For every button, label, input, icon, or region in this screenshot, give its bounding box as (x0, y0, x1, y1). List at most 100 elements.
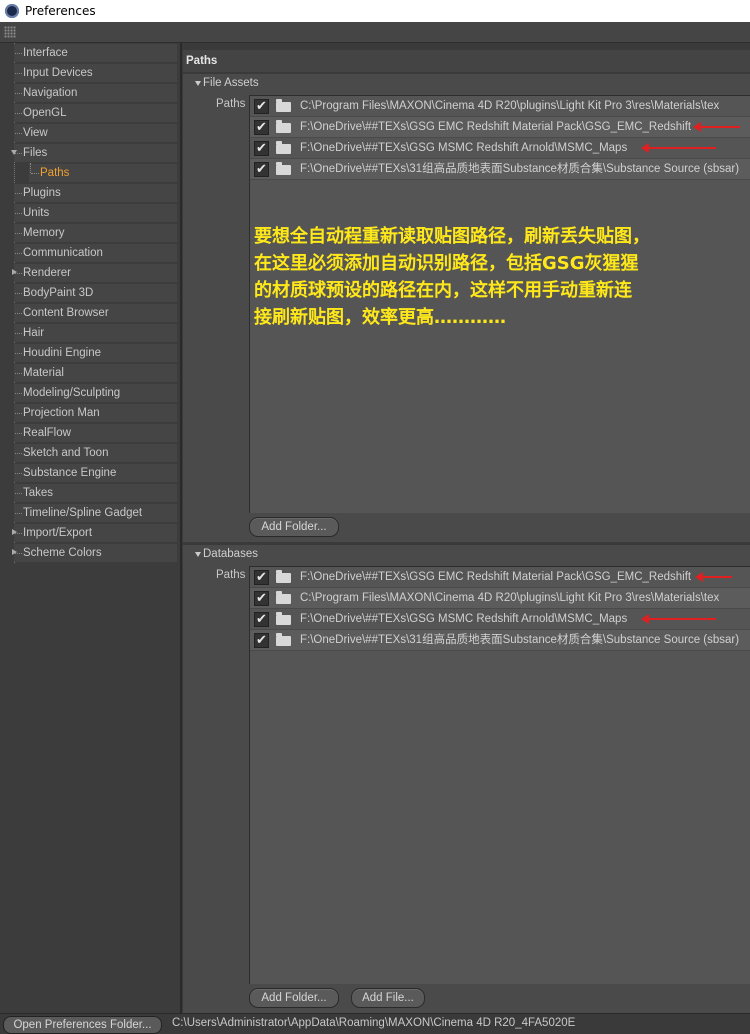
path-text: C:\Program Files\MAXON\Cinema 4D R20\plu… (300, 100, 720, 112)
databases-path-list[interactable]: F:\OneDrive\##TEXs\GSG EMC Redshift Mate… (249, 566, 750, 984)
sidebar-item-import-export[interactable]: Import/Export (0, 523, 180, 543)
enabled-checkbox[interactable] (254, 588, 269, 608)
path-row[interactable]: F:\OneDrive\##TEXs\31组高品质地表面Substance材质合… (250, 159, 750, 180)
folder-icon (276, 99, 291, 112)
file-assets-group-header[interactable]: File Assets (183, 74, 750, 92)
tree-tick (15, 513, 22, 514)
sidebar-item-realflow[interactable]: RealFlow (0, 423, 180, 443)
sidebar-item-hair[interactable]: Hair (0, 323, 180, 343)
databases-add-file-button[interactable]: Add File... (351, 988, 425, 1008)
expand-triangle-icon[interactable] (195, 552, 201, 557)
sidebar-item-content-browser[interactable]: Content Browser (0, 303, 180, 323)
sidebar-item-opengl[interactable]: OpenGL (0, 103, 180, 123)
sidebar-item-timeline-spline-gadget[interactable]: Timeline/Spline Gadget (0, 503, 180, 523)
sidebar: Interface Input Devices Navigation OpenGL Vi… (0, 43, 182, 1013)
toolbar-strip (0, 22, 750, 43)
sidebar-item-renderer[interactable]: Renderer (0, 263, 180, 283)
path-row[interactable]: F:\OneDrive\##TEXs\GSG MSMC Redshift Arn… (250, 609, 750, 630)
tree-tick (15, 413, 22, 414)
folder-icon (276, 612, 291, 625)
sidebar-item-houdini-engine[interactable]: Houdini Engine (0, 343, 180, 363)
sidebar-item-label: View (23, 127, 48, 139)
sidebar-item-files[interactable]: Files (0, 143, 180, 163)
sidebar-item-modeling-sculpting[interactable]: Modeling/Sculpting (0, 383, 180, 403)
path-row[interactable]: F:\OneDrive\##TEXs\GSG MSMC Redshift Arn… (250, 138, 750, 159)
cinema4d-app-icon (5, 4, 19, 18)
folder-icon (276, 591, 291, 604)
databases-group-header[interactable]: Databases (183, 545, 750, 563)
sidebar-item-memory[interactable]: Memory (0, 223, 180, 243)
sidebar-item-communication[interactable]: Communication (0, 243, 180, 263)
sidebar-item-units[interactable]: Units (0, 203, 180, 223)
tree-tick (15, 233, 22, 234)
collapse-arrow-icon[interactable] (11, 150, 17, 155)
sidebar-item-label: Takes (23, 487, 54, 499)
enabled-checkbox[interactable] (254, 630, 269, 650)
tree-tick (15, 353, 22, 354)
sidebar-item-bodypaint-3d[interactable]: BodyPaint 3D (0, 283, 180, 303)
databases-title: Databases (203, 548, 258, 560)
sidebar-item-takes[interactable]: Takes (0, 483, 180, 503)
sidebar-item-sketch-and-toon[interactable]: Sketch and Toon (0, 443, 180, 463)
tree-tick (15, 213, 22, 214)
main-panel: Paths File Assets Paths C:\Program Files… (183, 43, 750, 1013)
title-bar: Preferences (0, 0, 750, 22)
expand-arrow-icon[interactable] (12, 269, 17, 275)
enabled-checkbox[interactable] (254, 609, 269, 629)
sidebar-item-interface[interactable]: Interface (0, 43, 180, 63)
path-text: F:\OneDrive\##TEXs\GSG EMC Redshift Mate… (300, 571, 692, 583)
tree-tick (15, 433, 22, 434)
databases-add-folder-button[interactable]: Add Folder... (249, 988, 339, 1008)
sidebar-item-substance-engine[interactable]: Substance Engine (0, 463, 180, 483)
enabled-checkbox[interactable] (254, 96, 269, 116)
tree-tick (15, 73, 22, 74)
window-title: Preferences (25, 4, 96, 18)
sidebar-item-input-devices[interactable]: Input Devices (0, 63, 180, 83)
path-text: C:\Program Files\MAXON\Cinema 4D R20\plu… (300, 592, 720, 604)
sidebar-item-view[interactable]: View (0, 123, 180, 143)
expand-triangle-icon[interactable] (195, 81, 201, 86)
tree-tick (15, 333, 22, 334)
sidebar-item-paths[interactable]: Paths (0, 163, 180, 183)
enabled-checkbox[interactable] (254, 567, 269, 587)
sidebar-item-navigation[interactable]: Navigation (0, 83, 180, 103)
tree-tick (15, 313, 22, 314)
sidebar-item-label: Interface (23, 47, 68, 59)
red-arrow-icon (693, 122, 740, 132)
tree-tick (15, 293, 22, 294)
sidebar-item-label: BodyPaint 3D (23, 287, 94, 299)
sidebar-item-label: RealFlow (23, 427, 71, 439)
file-assets-add-folder-button[interactable]: Add Folder... (249, 517, 339, 537)
file-assets-paths-label: Paths (216, 98, 246, 110)
sidebar-item-label: Material (23, 367, 64, 379)
expand-arrow-icon[interactable] (12, 529, 17, 535)
sidebar-item-label: Timeline/Spline Gadget (23, 507, 143, 519)
sidebar-item-scheme-colors[interactable]: Scheme Colors (0, 543, 180, 563)
folder-icon (276, 162, 291, 175)
path-row[interactable]: F:\OneDrive\##TEXs\31组高品质地表面Substance材质合… (250, 630, 750, 651)
path-row[interactable]: F:\OneDrive\##TEXs\GSG EMC Redshift Mate… (250, 117, 750, 138)
sidebar-item-label: Modeling/Sculpting (23, 387, 121, 399)
databases-paths-label: Paths (216, 569, 246, 581)
sidebar-item-plugins[interactable]: Plugins (0, 183, 180, 203)
open-preferences-folder-button[interactable]: Open Preferences Folder... (3, 1016, 162, 1034)
sidebar-item-label: Plugins (23, 187, 61, 199)
enabled-checkbox[interactable] (254, 117, 269, 137)
preferences-path: C:\Users\Administrator\AppData\Roaming\M… (172, 1017, 576, 1029)
path-row[interactable]: C:\Program Files\MAXON\Cinema 4D R20\plu… (250, 588, 750, 609)
enabled-checkbox[interactable] (254, 159, 269, 179)
tree-tick (15, 493, 22, 494)
red-arrow-icon (641, 614, 716, 624)
sidebar-item-material[interactable]: Material (0, 363, 180, 383)
tree-tick (15, 393, 22, 394)
tree-tick (15, 453, 22, 454)
annotation-text: 要想全自动程重新读取贴图路径，刷新丢失贴图， 在这里必须添加自动识别路径，包括G… (254, 223, 724, 331)
path-row[interactable]: F:\OneDrive\##TEXs\GSG EMC Redshift Mate… (250, 567, 750, 588)
enabled-checkbox[interactable] (254, 138, 269, 158)
sidebar-item-label: Content Browser (23, 307, 109, 319)
grip-handle-icon[interactable] (4, 26, 16, 38)
tree-tick (15, 193, 22, 194)
sidebar-item-projection-man[interactable]: Projection Man (0, 403, 180, 423)
path-row[interactable]: C:\Program Files\MAXON\Cinema 4D R20\plu… (250, 96, 750, 117)
expand-arrow-icon[interactable] (12, 549, 17, 555)
